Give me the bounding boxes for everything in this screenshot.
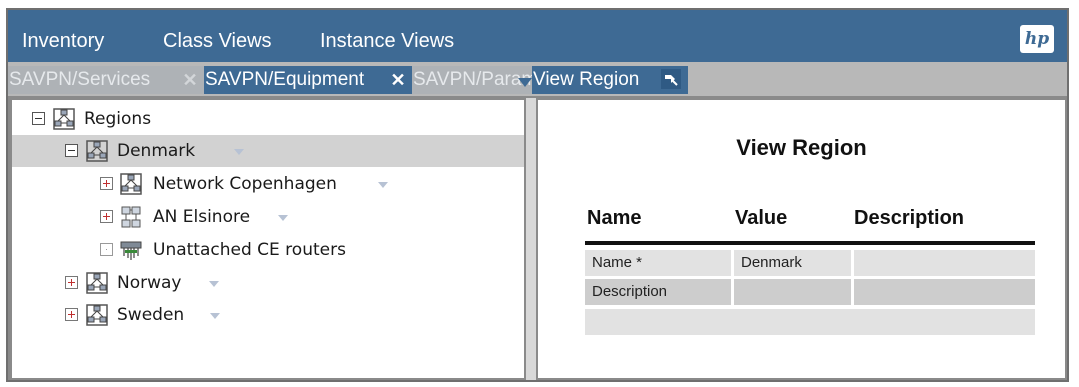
close-icon[interactable]: ✕ [388, 70, 408, 90]
tab-bar: SAVPN/Services ✕ SAVPN/Equipment ✕ SAVPN… [8, 62, 1067, 98]
region-icon [120, 173, 142, 195]
region-icon [86, 140, 108, 162]
tab-overflow-icon[interactable] [518, 78, 532, 87]
expand-icon[interactable] [100, 177, 113, 190]
tree-row-network-copenhagen[interactable]: Network Copenhagen [12, 168, 524, 200]
table-cell-name: Name * [585, 250, 731, 276]
panel-splitter[interactable] [526, 98, 536, 380]
app-frame: Inventory Class Views Instance Views hp … [6, 8, 1069, 382]
tab-savpn-equipment[interactable]: SAVPN/Equipment ✕ [204, 66, 412, 94]
region-icon [86, 304, 108, 326]
network-icon [121, 206, 141, 228]
table-row-empty [585, 309, 1035, 335]
top-menu-bar: Inventory Class Views Instance Views hp [8, 10, 1067, 62]
detail-panel: View Region Name Value Description Name … [536, 98, 1067, 380]
dropdown-arrow-icon[interactable] [278, 215, 288, 221]
menu-instance-views[interactable]: Instance Views [320, 29, 454, 53]
close-icon[interactable]: ✕ [180, 70, 200, 90]
dropdown-arrow-icon[interactable] [234, 149, 244, 155]
tree-label: Network Copenhagen [153, 174, 337, 194]
tree-row-unattached-ce-routers[interactable]: Unattached CE routers [12, 234, 524, 266]
collapse-icon[interactable] [65, 144, 78, 157]
collapse-icon[interactable] [32, 112, 45, 125]
pin-icon[interactable] [661, 69, 681, 89]
tab-label: View Region [533, 69, 640, 90]
region-icon [53, 108, 75, 130]
tab-label: SAVPN/Parameters [413, 69, 532, 90]
header-rule [585, 241, 1035, 245]
tree-row-regions[interactable]: Regions [12, 103, 524, 135]
tab-label: SAVPN/Services [9, 69, 151, 90]
tree-label: Norway [117, 273, 182, 293]
table-cell-value [734, 279, 851, 305]
column-header-description: Description [854, 207, 965, 229]
detail-title: View Region [736, 135, 867, 160]
tree-label: Denmark [117, 141, 196, 161]
expand-icon[interactable] [65, 276, 78, 289]
router-icon [120, 241, 142, 260]
expand-icon[interactable] [65, 308, 78, 321]
menu-inventory[interactable]: Inventory [22, 29, 104, 53]
table-cell-value: Denmark [734, 250, 851, 276]
tree-label: Sweden [117, 305, 185, 325]
dropdown-arrow-icon[interactable] [378, 182, 388, 188]
table-cell-description [854, 250, 1035, 276]
tree-panel: Regions Denmark Network Copenhagen AN El… [8, 98, 526, 380]
tree-row-norway[interactable]: Norway [12, 267, 524, 299]
tree-label: AN Elsinore [153, 207, 251, 227]
tab-label: SAVPN/Equipment [205, 69, 365, 90]
table-cell-description [854, 279, 1035, 305]
hp-logo: hp [1020, 25, 1054, 53]
leaf-node-icon [100, 243, 113, 256]
tab-savpn-services[interactable]: SAVPN/Services ✕ [8, 66, 204, 94]
hp-logo-text: hp [1024, 28, 1050, 49]
menu-class-views[interactable]: Class Views [163, 29, 272, 53]
region-icon [86, 272, 108, 294]
dropdown-arrow-icon[interactable] [209, 281, 219, 287]
tree-label: Unattached CE routers [153, 240, 346, 260]
column-header-value: Value [735, 207, 788, 229]
tree-row-denmark[interactable]: Denmark [12, 135, 524, 167]
expand-icon[interactable] [100, 210, 113, 223]
table-cell-name: Description [585, 279, 731, 305]
column-header-name: Name [587, 207, 642, 229]
tree-row-an-elsinore[interactable]: AN Elsinore [12, 201, 524, 233]
tree-row-sweden[interactable]: Sweden [12, 299, 524, 331]
tab-savpn-parameters[interactable]: SAVPN/Parameters [412, 66, 532, 94]
tree-label: Regions [84, 109, 152, 129]
dropdown-arrow-icon[interactable] [210, 313, 220, 319]
